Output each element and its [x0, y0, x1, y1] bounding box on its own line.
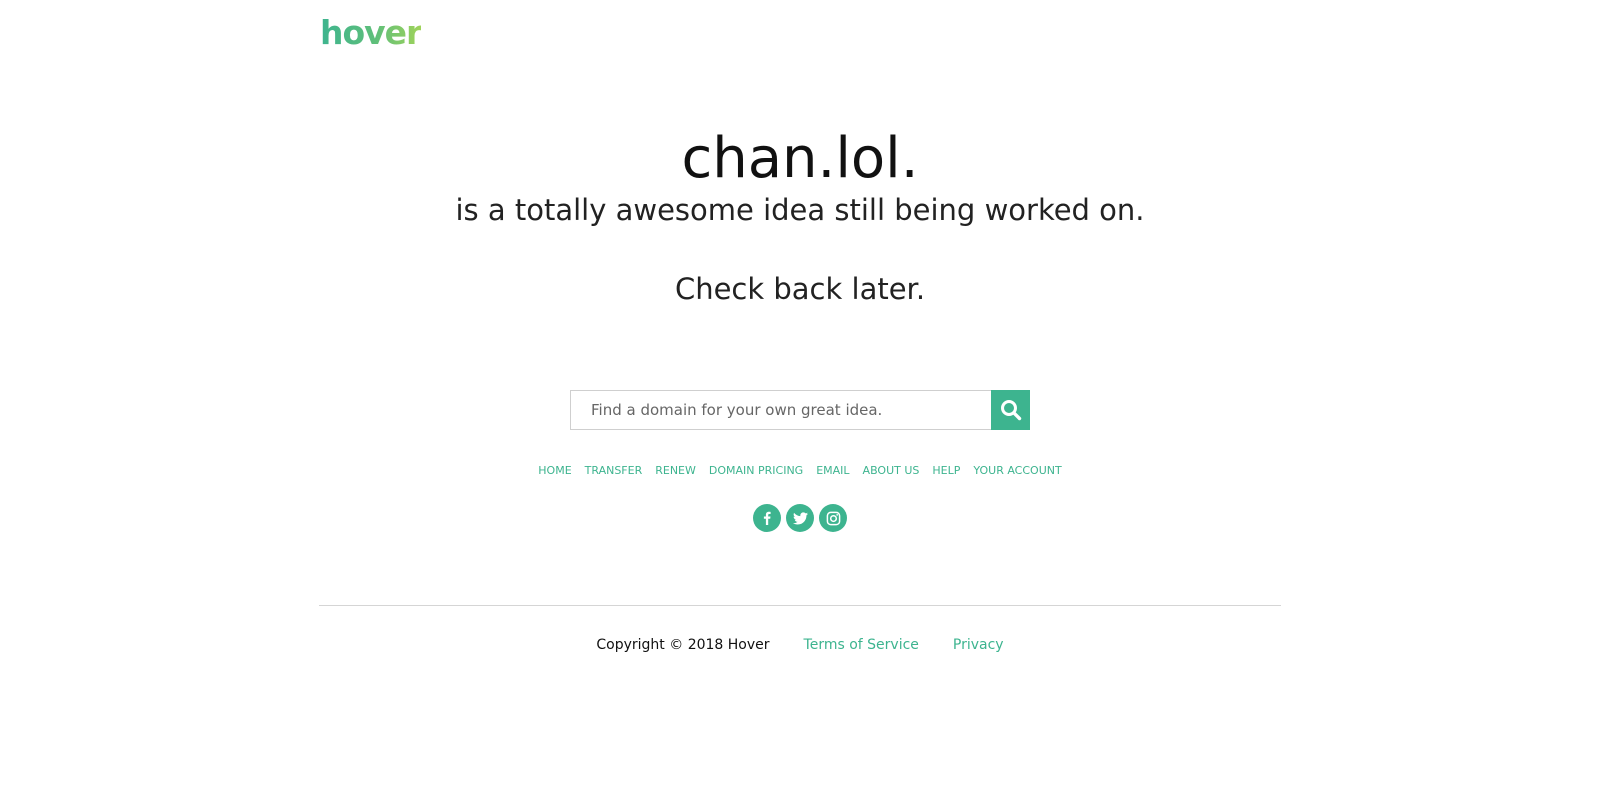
hover-logo[interactable]: hover: [320, 10, 422, 56]
privacy-link[interactable]: Privacy: [953, 635, 1004, 655]
instagram-icon: [826, 511, 840, 525]
nav-about-us[interactable]: ABOUT US: [863, 463, 920, 479]
domain-search-form: [570, 390, 1030, 430]
twitter-button[interactable]: [786, 504, 814, 532]
instagram-button[interactable]: [819, 504, 847, 532]
search-icon: [1000, 400, 1021, 421]
footer-nav: HOME TRANSFER RENEW DOMAIN PRICING EMAIL…: [0, 463, 1600, 479]
footer-divider: [319, 605, 1281, 606]
page: hover chan.lol. is a totally awesome ide…: [0, 0, 1600, 800]
facebook-icon: [763, 511, 771, 525]
terms-of-service-link[interactable]: Terms of Service: [804, 635, 919, 655]
nav-help[interactable]: HELP: [932, 463, 960, 479]
twitter-icon: [792, 511, 808, 524]
nav-domain-pricing[interactable]: DOMAIN PRICING: [709, 463, 803, 479]
facebook-button[interactable]: [753, 504, 781, 532]
subtitle: is a totally awesome idea still being wo…: [455, 193, 1145, 227]
nav-home[interactable]: HOME: [538, 463, 571, 479]
nav-email[interactable]: EMAIL: [816, 463, 849, 479]
footer: Copyright © 2018 Hover Terms of Service …: [0, 635, 1600, 655]
nav-your-account[interactable]: YOUR ACCOUNT: [973, 463, 1061, 479]
social-links: [0, 504, 1600, 532]
nav-renew[interactable]: RENEW: [655, 463, 696, 479]
nav-transfer[interactable]: TRANSFER: [585, 463, 643, 479]
copyright-text: Copyright © 2018 Hover: [596, 637, 770, 653]
check-back-text: Check back later.: [674, 272, 926, 306]
search-button[interactable]: [991, 390, 1030, 430]
domain-title: chan.lol.: [681, 126, 919, 191]
domain-search-input[interactable]: [570, 390, 991, 430]
